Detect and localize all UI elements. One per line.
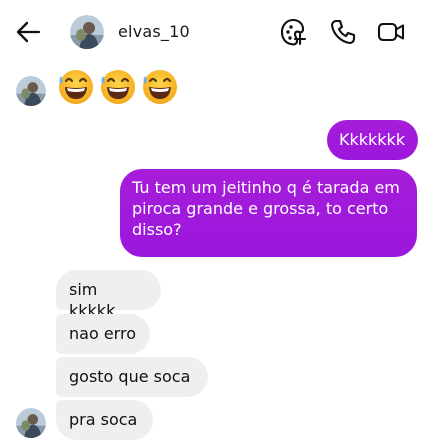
- grinning-sweat-face-icon: [59, 70, 93, 104]
- received-message[interactable]: sim kkkkk: [56, 270, 161, 320]
- received-message[interactable]: gosto que soca: [56, 357, 208, 397]
- sender-avatar[interactable]: [16, 408, 46, 438]
- audio-call-button[interactable]: [328, 17, 358, 47]
- arrow-left-icon: [16, 21, 41, 43]
- grinning-sweat-face-icon: [143, 70, 177, 104]
- video-camera-icon: [377, 22, 405, 42]
- sent-message[interactable]: Tu tem um jeitinho q é tarada em piroca …: [120, 169, 417, 257]
- sender-avatar[interactable]: [16, 76, 46, 106]
- contact-avatar[interactable]: [70, 15, 104, 49]
- effects-icon: [280, 18, 307, 46]
- contact-username[interactable]: elvas_10: [118, 22, 190, 41]
- chat-screen: elvas_10 Kkkkkkk Tu tem um jeitinho q é …: [0, 0, 422, 446]
- phone-icon: [330, 19, 356, 45]
- emoji-message[interactable]: [56, 66, 180, 108]
- video-call-button[interactable]: [376, 17, 406, 47]
- received-message[interactable]: nao erro: [56, 314, 150, 354]
- sent-message[interactable]: Kkkkkkk: [327, 120, 418, 160]
- grinning-sweat-face-icon: [101, 70, 135, 104]
- chat-header: elvas_10: [0, 0, 422, 64]
- received-message[interactable]: pra soca: [56, 400, 153, 440]
- effects-button[interactable]: [278, 17, 308, 47]
- back-button[interactable]: [14, 19, 42, 45]
